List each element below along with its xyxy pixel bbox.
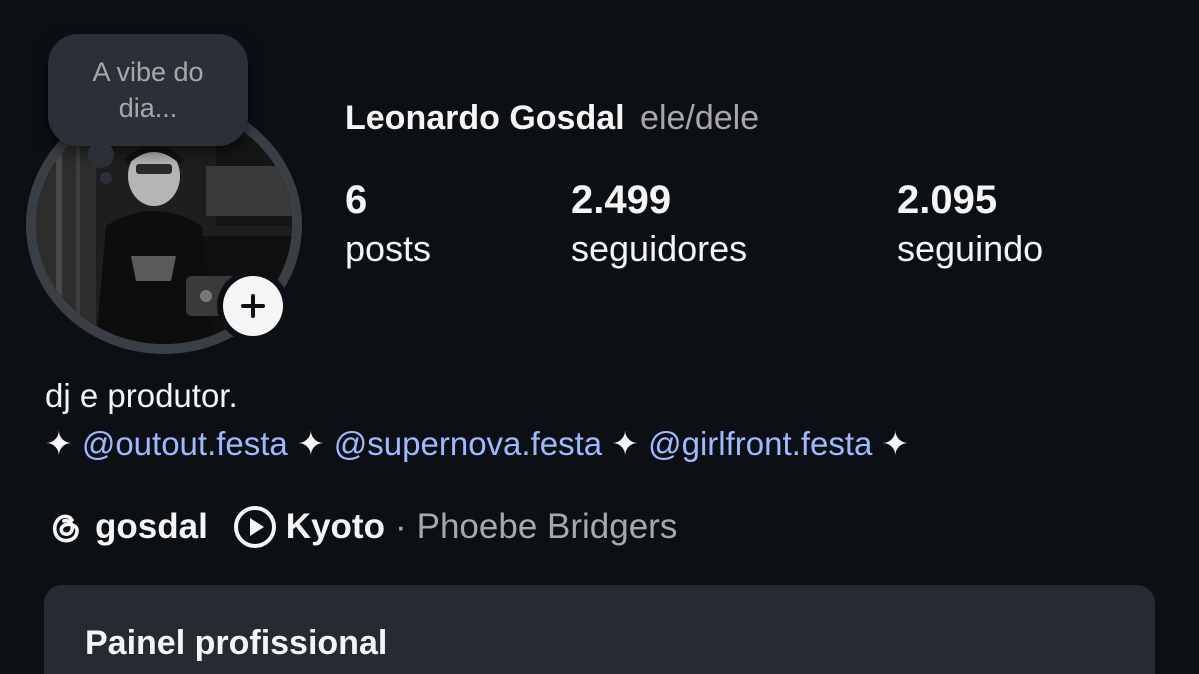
- sparkle-icon: ✦: [45, 425, 73, 462]
- music-artist[interactable]: Phoebe Bridgers: [417, 503, 678, 551]
- profile-name: Leonardo Gosdal: [345, 99, 625, 137]
- stat-followers[interactable]: 2.499 seguidores: [571, 176, 747, 274]
- play-circle-icon[interactable]: [232, 504, 278, 550]
- threads-handle[interactable]: gosdal: [95, 503, 208, 551]
- stat-following-value: 2.095: [897, 178, 998, 222]
- sparkle-icon: ✦: [296, 425, 325, 462]
- professional-dashboard-title: Painel profissional: [85, 624, 388, 662]
- threads-icon[interactable]: [45, 507, 85, 547]
- note-text: A vibe do dia...: [92, 57, 204, 123]
- sparkle-icon: ✦: [611, 425, 639, 462]
- plus-icon: [241, 294, 265, 318]
- note-bubble[interactable]: A vibe do dia...: [48, 34, 248, 146]
- stat-posts-value: 6: [345, 178, 368, 222]
- note-bubble-tail-small: [100, 172, 112, 184]
- links-row: gosdal Kyoto · Phoebe Bridgers: [45, 503, 677, 551]
- music-separator: ·: [394, 507, 407, 546]
- sparkle-icon: ✦: [881, 425, 910, 462]
- professional-dashboard-card[interactable]: Painel profissional: [44, 585, 1155, 674]
- stat-followers-value: 2.499: [571, 178, 672, 222]
- stat-followers-label: seguidores: [571, 228, 748, 269]
- bio-line-2: ✦ @outout.festa ✦ @supernova.festa ✦ @gi…: [45, 420, 909, 468]
- mention-link-supernova[interactable]: @supernova.festa: [334, 425, 602, 462]
- add-story-button-face: [223, 276, 283, 336]
- mention-link-outout[interactable]: @outout.festa: [82, 425, 288, 462]
- bio-line-1: dj e produtor.: [45, 377, 238, 414]
- mention-link-girlfront[interactable]: @girlfront.festa: [648, 425, 872, 462]
- music-title[interactable]: Kyoto: [286, 503, 385, 551]
- profile-page: A vibe do dia... Leonardo Gosdal ele/del…: [0, 0, 1199, 674]
- profile-name-line: Leonardo Gosdal ele/dele: [345, 96, 759, 140]
- profile-pronouns: ele/dele: [640, 99, 760, 137]
- note-bubble-tail: [88, 142, 114, 168]
- stat-following[interactable]: 2.095 seguindo: [897, 176, 1043, 274]
- stat-posts-label: posts: [345, 228, 432, 269]
- stat-posts[interactable]: 6 posts: [345, 176, 431, 274]
- bio: dj e produtor. ✦ @outout.festa ✦ @supern…: [45, 372, 909, 468]
- add-story-button[interactable]: [217, 270, 289, 342]
- stat-following-label: seguindo: [897, 228, 1044, 269]
